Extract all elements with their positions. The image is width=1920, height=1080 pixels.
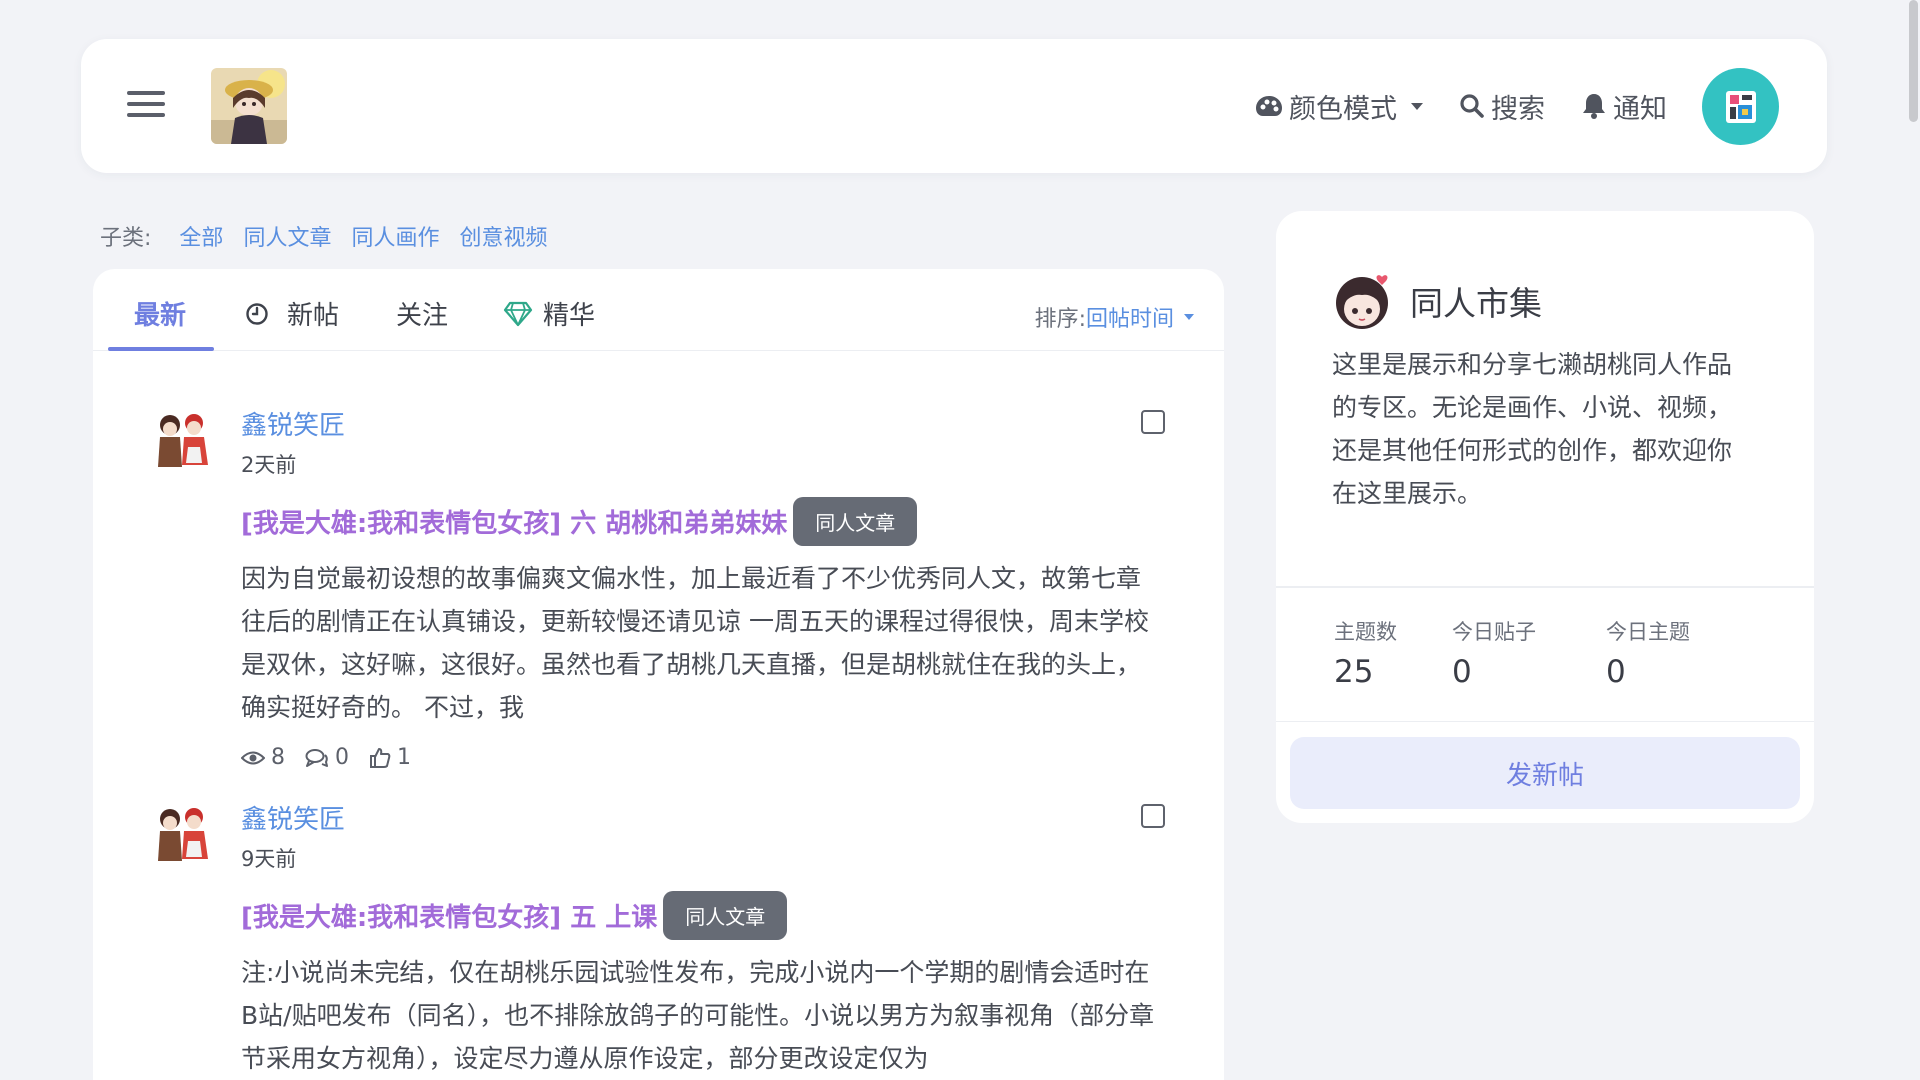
bell-icon	[1583, 94, 1605, 119]
likes-count: 1	[397, 745, 411, 770]
post-title[interactable]: [我是大雄:我和表情包女孩] 五 上课	[241, 897, 657, 934]
today-topics-stat: 今日主题 0	[1606, 616, 1690, 690]
today-posts-value: 0	[1452, 654, 1472, 690]
replies-count: 0	[335, 745, 349, 770]
eye-icon	[241, 751, 265, 764]
post-tag[interactable]: 同人文章	[663, 891, 788, 940]
today-topics-label: 今日主题	[1606, 620, 1690, 644]
post-excerpt[interactable]: 注:小说尚未完结，仅在胡桃乐园试验性发布，完成小说内一个学期的剧情会适时在B站/…	[241, 951, 1161, 1080]
subcategory-bar: 子类: 全部 同人文章 同人画作 创意视频	[100, 220, 567, 252]
post-stats: 8 0 1	[241, 745, 411, 770]
subcategory-fan-articles[interactable]: 同人文章	[243, 220, 331, 252]
likes-stat[interactable]: 1	[369, 745, 411, 770]
color-mode-label: 颜色模式	[1289, 93, 1397, 125]
tab-featured[interactable]: 精华	[503, 295, 595, 332]
author-avatar[interactable]	[148, 801, 216, 869]
tab-latest[interactable]: 最新	[134, 295, 186, 332]
topic-count-stat: 主题数 25	[1334, 616, 1452, 690]
site-logo[interactable]	[211, 68, 287, 144]
tab-latest-label: 最新	[134, 301, 187, 331]
page-scrollbar[interactable]	[1905, 0, 1920, 1080]
forum-description: 这里是展示和分享七濑胡桃同人作品的专区。无论是画作、小说、视频，还是其他任何形式…	[1332, 350, 1733, 508]
post-tag[interactable]: 同人文章	[793, 497, 918, 546]
sort-control[interactable]: 排序: 回帖时间	[1035, 301, 1194, 333]
views-count: 8	[271, 745, 285, 770]
search-button[interactable]: 搜索	[1459, 87, 1545, 126]
today-topics-value: 0	[1606, 654, 1626, 690]
notify-label: 通知	[1613, 93, 1667, 125]
sort-value[interactable]: 回帖时间	[1086, 301, 1174, 333]
post-excerpt[interactable]: 因为自觉最初设想的故事偏爽文偏水性，加上最近看了不少优秀同人文，故第七章往后的剧…	[241, 557, 1161, 729]
select-checkbox[interactable]	[1141, 410, 1165, 434]
post-author[interactable]: 鑫锐笑匠	[241, 405, 345, 442]
divider	[1276, 586, 1814, 588]
tab-new-posts-label: 新帖	[287, 301, 340, 331]
notifications-button[interactable]: 通知	[1581, 87, 1667, 126]
post-title[interactable]: [我是大雄:我和表情包女孩] 六 胡桃和弟弟妹妹	[241, 503, 787, 540]
select-checkbox[interactable]	[1141, 804, 1165, 828]
chevron-down-icon	[1184, 314, 1194, 320]
subcategory-all[interactable]: 全部	[179, 220, 223, 252]
post-feed: 最新 新帖 关注 精华 排序: 回帖时间 鑫锐笑匠 2天前 [我是大雄:我和表情…	[93, 269, 1224, 1080]
scrollbar-thumb[interactable]	[1909, 0, 1918, 122]
palette-icon	[1256, 96, 1282, 116]
today-posts-stat: 今日贴子 0	[1452, 616, 1606, 690]
chevron-down-icon	[1411, 102, 1423, 110]
topic-count-value: 25	[1334, 654, 1374, 690]
views-stat: 8	[241, 745, 285, 770]
active-tab-indicator	[108, 347, 214, 351]
menu-icon[interactable]	[127, 89, 165, 121]
color-mode-dropdown[interactable]: 颜色模式	[1255, 87, 1423, 126]
tab-featured-label: 精华	[543, 301, 596, 331]
top-navbar: 颜色模式 搜索 通知	[81, 39, 1827, 173]
feed-tabs: 最新 新帖 关注 精华 排序: 回帖时间	[93, 269, 1224, 351]
tab-following[interactable]: 关注	[396, 295, 448, 332]
tab-new-posts[interactable]: 新帖	[245, 295, 339, 332]
replies-stat: 0	[305, 745, 349, 770]
subcategory-fan-art[interactable]: 同人画作	[351, 220, 439, 252]
forum-title: 同人市集	[1410, 284, 1542, 323]
divider	[1276, 721, 1814, 722]
post-time: 9天前	[241, 847, 297, 871]
search-label: 搜索	[1491, 93, 1545, 125]
new-post-button[interactable]: 发新帖	[1290, 737, 1800, 809]
post-author[interactable]: 鑫锐笑匠	[241, 799, 345, 836]
subcategory-creative-video[interactable]: 创意视频	[459, 220, 547, 252]
sort-label: 排序:	[1034, 307, 1086, 332]
author-avatar[interactable]	[148, 407, 216, 475]
tab-following-label: 关注	[396, 301, 449, 331]
today-posts-label: 今日贴子	[1452, 620, 1536, 644]
forum-stats: 主题数 25 今日贴子 0 今日主题 0	[1334, 616, 1690, 690]
forum-icon	[1332, 269, 1396, 333]
post-time: 2天前	[241, 453, 297, 477]
search-icon	[1460, 94, 1484, 118]
comment-icon	[305, 748, 328, 767]
topic-count-label: 主题数	[1334, 620, 1397, 644]
user-avatar[interactable]	[1702, 68, 1779, 145]
forum-info-card: 同人市集 这里是展示和分享七濑胡桃同人作品的专区。无论是画作、小说、视频，还是其…	[1276, 211, 1814, 823]
clock-icon	[246, 302, 268, 325]
thumbs-up-icon	[370, 747, 391, 768]
diamond-icon	[503, 301, 533, 326]
subcategory-label: 子类:	[100, 226, 152, 251]
